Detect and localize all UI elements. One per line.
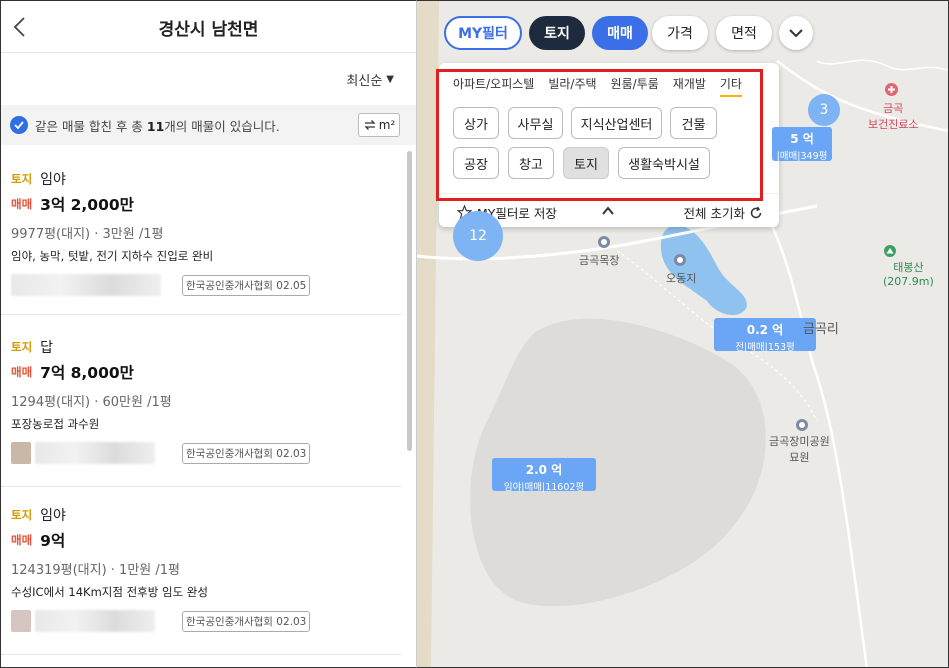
type-office-button[interactable]: 사무실 xyxy=(508,107,563,139)
agent-name-blurred xyxy=(35,610,155,632)
type-residence-hotel-button[interactable]: 생활숙박시설 xyxy=(618,147,710,179)
land-chip[interactable]: 토지 xyxy=(529,16,585,50)
area-info: 1294평(대지) · 60만원 /1평 xyxy=(11,395,172,410)
place-pin-icon xyxy=(674,254,686,266)
association-badge: 한국공인중개사협회 02.03 xyxy=(182,611,311,632)
chevron-down-icon xyxy=(789,29,803,38)
tab-villa[interactable]: 빌라/주택 xyxy=(548,75,596,97)
page-title: 경산시 남천면 xyxy=(158,20,259,40)
refresh-icon xyxy=(750,206,762,218)
label-mountain: 태봉산 (207.9m) xyxy=(883,261,934,288)
reset-all-button[interactable]: 전체 초기화 xyxy=(684,203,763,222)
label-village: 금곡리 xyxy=(803,322,839,337)
check-circle-icon xyxy=(10,116,28,134)
label-clinic: 금곡 보건진료소 xyxy=(868,102,919,131)
avatar xyxy=(11,610,31,632)
area-info: 124319평(대지) · 1만원 /1평 xyxy=(11,563,180,578)
more-filters-button[interactable] xyxy=(779,16,813,50)
price: 3억 2,000만 xyxy=(40,196,134,214)
price: 9억 xyxy=(40,532,66,550)
price-marker[interactable]: 5 억 |매매|349평 xyxy=(772,127,832,162)
chevron-up-icon xyxy=(602,206,614,215)
listing-panel: 경산시 남천면 최신순 ▼ 같은 매물 합친 후 총 11개의 매물이 있습니다… xyxy=(0,0,417,668)
type-store-button[interactable]: 상가 xyxy=(453,107,499,139)
type-factory-button[interactable]: 공장 xyxy=(453,147,499,179)
place-pin-icon xyxy=(598,236,610,248)
listing-item[interactable]: 토지 임야 매매 3억 2,000만 9977평(대지) · 3만원 /1평 임… xyxy=(1,169,401,315)
unit-label: m² xyxy=(378,118,396,132)
area-info: 9977평(대지) · 3만원 /1평 xyxy=(11,227,164,242)
category-tabs: 아파트/오피스텔 빌라/주택 원룸/투룸 재개발 기타 xyxy=(453,75,742,97)
sort-label: 최신순 xyxy=(346,74,383,89)
association-badge: 한국공인중개사협회 02.03 xyxy=(182,443,311,464)
sort-bar: 최신순 ▼ xyxy=(1,53,416,105)
description: 수성IC에서 14Km지점 전후방 임도 완성 xyxy=(11,585,208,599)
description: 포장농로접 과수원 xyxy=(11,417,100,431)
sale-chip[interactable]: 매매 xyxy=(592,16,648,50)
merge-notice: 같은 매물 합친 후 총 11개의 매물이 있습니다. m² xyxy=(1,105,416,145)
agent-name-blurred xyxy=(35,442,155,464)
type-badge: 토지 xyxy=(11,508,33,522)
type-name: 답 xyxy=(40,340,54,356)
my-filter-chip[interactable]: MY필터 xyxy=(444,16,522,50)
price-marker[interactable]: 0.2 억 전|매매|153평 xyxy=(714,318,816,353)
notice-prefix: 같은 매물 합친 후 총 xyxy=(35,118,147,134)
tab-oneroom[interactable]: 원룸/투룸 xyxy=(611,75,659,97)
place-pin-icon xyxy=(796,419,808,431)
sort-dropdown[interactable]: 최신순 ▼ xyxy=(346,70,394,89)
reset-label: 전체 초기화 xyxy=(683,206,745,221)
tab-etc[interactable]: 기타 xyxy=(719,75,742,97)
type-name: 임야 xyxy=(40,172,66,188)
area-chip[interactable]: 면적 xyxy=(716,16,772,50)
price: 7억 8,000만 xyxy=(40,364,134,382)
marker-detail: |매매|349평 xyxy=(776,151,828,162)
label-cemetery: 금곡장미공원 묘원 xyxy=(769,435,830,464)
scrollbar[interactable] xyxy=(407,151,412,451)
listing-item[interactable]: 토지 답 매매 7억 8,000만 1294평(대지) · 60만원 /1평 포… xyxy=(1,337,401,487)
collapse-button[interactable] xyxy=(599,202,617,220)
deal-badge: 매매 xyxy=(11,365,33,379)
listing-item[interactable]: 토지 임야 매매 9억 124319평(대지) · 1만원 /1평 수성IC에서… xyxy=(1,505,401,655)
association-badge: 한국공인중개사협회 02.05 xyxy=(182,275,311,296)
deal-badge: 매매 xyxy=(11,533,33,547)
type-building-button[interactable]: 건물 xyxy=(670,107,717,139)
unit-toggle-button[interactable]: m² xyxy=(358,113,400,137)
map-view[interactable]: MY필터 토지 매매 가격 면적 아파트/오피스텔 빌라/주택 원룸/투룸 재개… xyxy=(417,0,949,668)
caret-down-icon: ▼ xyxy=(386,74,394,85)
deal-badge: 매매 xyxy=(11,197,33,211)
type-warehouse-button[interactable]: 창고 xyxy=(508,147,554,179)
cluster-marker[interactable]: 12 xyxy=(453,211,503,261)
price-chip[interactable]: 가격 xyxy=(652,16,708,50)
hospital-icon xyxy=(885,83,898,96)
avatar xyxy=(11,442,31,464)
swap-icon xyxy=(364,120,376,130)
panel-header: 경산시 남천면 xyxy=(1,1,416,53)
notice-suffix: 개의 매물이 있습니다. xyxy=(164,118,280,134)
type-badge: 토지 xyxy=(11,172,33,186)
agent-name-blurred xyxy=(11,274,161,296)
type-badge: 토지 xyxy=(11,340,33,354)
type-knowledge-center-button[interactable]: 지식산업센터 xyxy=(571,107,662,139)
notice-text: 같은 매물 합친 후 총 11개의 매물이 있습니다. xyxy=(35,116,280,135)
mountain-icon xyxy=(884,245,896,257)
description: 임야, 농막, 텃밭, 전기 지하수 진입로 완비 xyxy=(11,249,214,263)
price-marker[interactable]: 2.0 억 임야|매매|11602평 xyxy=(492,458,596,493)
type-name: 임야 xyxy=(40,508,66,524)
tab-redevelopment[interactable]: 재개발 xyxy=(673,75,706,97)
label-ranch: 금곡목장 xyxy=(579,254,620,267)
cluster-marker[interactable]: 3 xyxy=(808,94,840,126)
type-land-button[interactable]: 토지 xyxy=(563,147,609,179)
marker-detail: 전|매매|153평 xyxy=(735,342,795,353)
property-type-panel: 아파트/오피스텔 빌라/주택 원룸/투룸 재개발 기타 상가 사무실 지식산업센… xyxy=(439,63,779,227)
marker-price: 5 억 xyxy=(790,132,814,146)
tab-apartment[interactable]: 아파트/오피스텔 xyxy=(453,75,534,97)
marker-price: 2.0 억 xyxy=(525,463,563,477)
marker-detail: 임야|매매|11602평 xyxy=(503,482,585,493)
label-pond: 오동지 xyxy=(666,272,697,285)
notice-count: 11 xyxy=(146,118,165,134)
marker-price: 0.2 억 xyxy=(746,323,784,337)
